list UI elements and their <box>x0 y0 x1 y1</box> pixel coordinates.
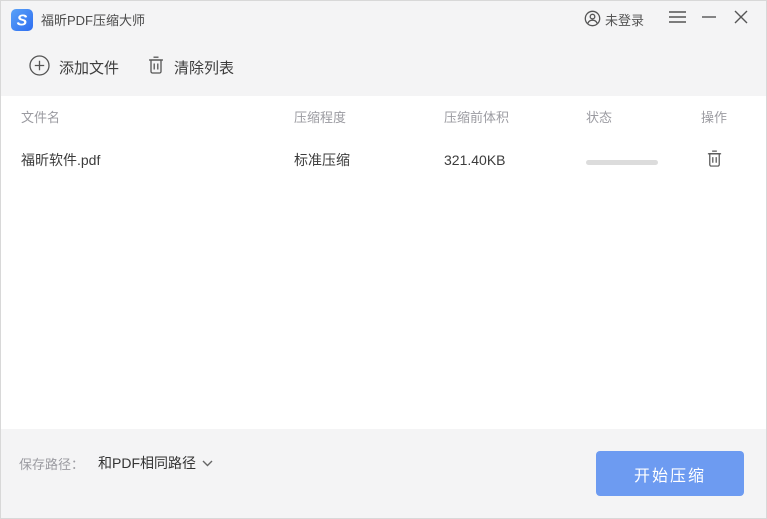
save-path-group: 保存路径： 和PDF相同路径 <box>19 453 213 473</box>
progress-track <box>586 160 658 165</box>
save-path-select[interactable]: 和PDF相同路径 <box>98 453 213 473</box>
window-title: 福昕PDF压缩大师 <box>41 10 145 29</box>
header-size: 压缩前体积 <box>444 107 556 126</box>
file-table: 文件名 压缩程度 压缩前体积 状态 操作 福昕软件.pdf 标准压缩 321.4… <box>1 96 766 429</box>
minimize-icon <box>701 9 717 30</box>
row-level: 标准压缩 <box>294 150 444 170</box>
footer-bar: 保存路径： 和PDF相同路径 开始压缩 <box>1 429 766 518</box>
add-files-button[interactable]: 添加文件 <box>29 55 119 80</box>
add-files-label: 添加文件 <box>59 57 119 78</box>
chevron-down-icon <box>202 454 213 472</box>
header-status: 状态 <box>556 107 682 126</box>
minimize-button[interactable] <box>696 7 722 33</box>
title-bar-right: 未登录 <box>584 7 754 33</box>
user-icon <box>584 10 601 30</box>
login-button[interactable]: 未登录 <box>584 10 644 30</box>
trash-icon <box>147 55 165 79</box>
close-icon <box>733 9 749 30</box>
app-logo-icon: S <box>11 9 33 31</box>
title-bar: S 福昕PDF压缩大师 未登录 <box>1 1 766 38</box>
trash-icon <box>706 149 723 171</box>
plus-circle-icon <box>29 55 50 80</box>
close-button[interactable] <box>728 7 754 33</box>
table-header-row: 文件名 压缩程度 压缩前体积 状态 操作 <box>1 96 766 136</box>
table-row: 福昕软件.pdf 标准压缩 321.40KB <box>1 136 766 184</box>
clear-list-label: 清除列表 <box>174 57 234 78</box>
row-delete-button[interactable] <box>706 149 723 171</box>
start-compress-button[interactable]: 开始压缩 <box>596 451 744 496</box>
row-action-cell <box>682 149 746 171</box>
title-bar-left: S 福昕PDF压缩大师 <box>11 9 145 31</box>
hamburger-icon <box>668 10 687 29</box>
toolbar: 添加文件 清除列表 <box>1 38 766 96</box>
header-action: 操作 <box>682 107 746 126</box>
row-size: 321.40KB <box>444 152 556 168</box>
save-path-label: 保存路径： <box>19 454 84 473</box>
menu-button[interactable] <box>664 7 690 33</box>
row-filename: 福昕软件.pdf <box>21 150 294 170</box>
app-window: S 福昕PDF压缩大师 未登录 <box>0 0 767 519</box>
header-level: 压缩程度 <box>294 107 444 126</box>
clear-list-button[interactable]: 清除列表 <box>147 55 234 79</box>
save-path-value: 和PDF相同路径 <box>98 453 196 473</box>
row-progress-bar <box>556 152 682 168</box>
login-label: 未登录 <box>605 10 644 29</box>
header-filename: 文件名 <box>21 107 294 126</box>
svg-text:S: S <box>17 12 28 29</box>
